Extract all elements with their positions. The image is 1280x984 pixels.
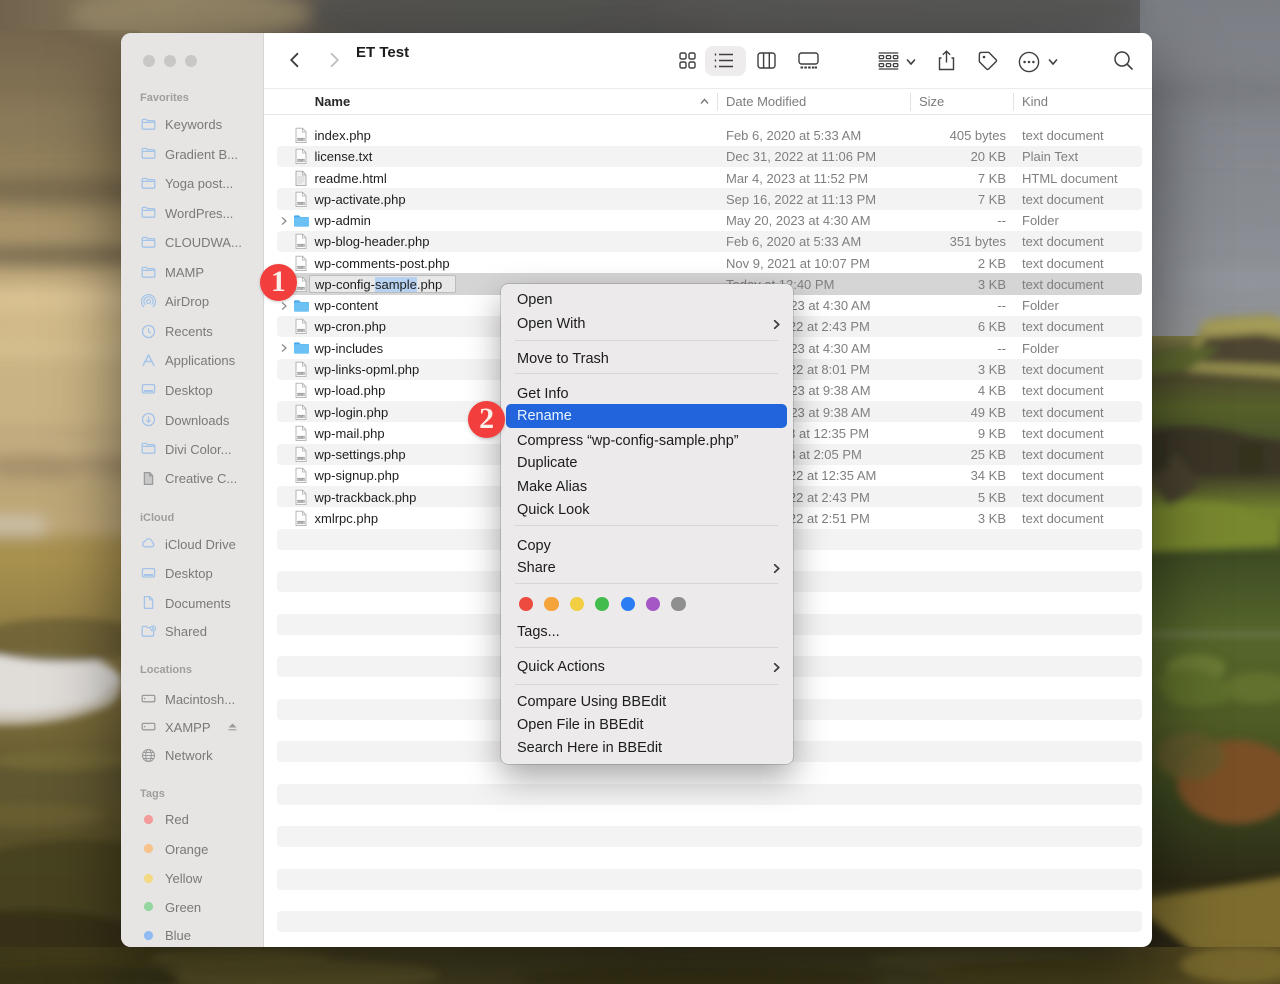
svg-text:PHP: PHP [298,393,304,397]
svg-text:PHP: PHP [298,499,304,503]
svg-text:PHP: PHP [298,286,304,290]
svg-text:PHP: PHP [298,435,304,439]
svg-text:PHP: PHP [298,414,304,418]
svg-text:PHP: PHP [298,244,304,248]
svg-text:PHP: PHP [298,371,304,375]
svg-text:PHP: PHP [298,456,304,460]
svg-text:PHP: PHP [298,265,304,269]
svg-text:PHP: PHP [298,137,304,141]
svg-text:PHP: PHP [298,478,304,482]
svg-text:PHP: PHP [298,520,304,524]
svg-text:PHP: PHP [298,329,304,333]
svg-text:PHP: PHP [298,159,304,163]
svg-text:PHP: PHP [298,201,304,205]
